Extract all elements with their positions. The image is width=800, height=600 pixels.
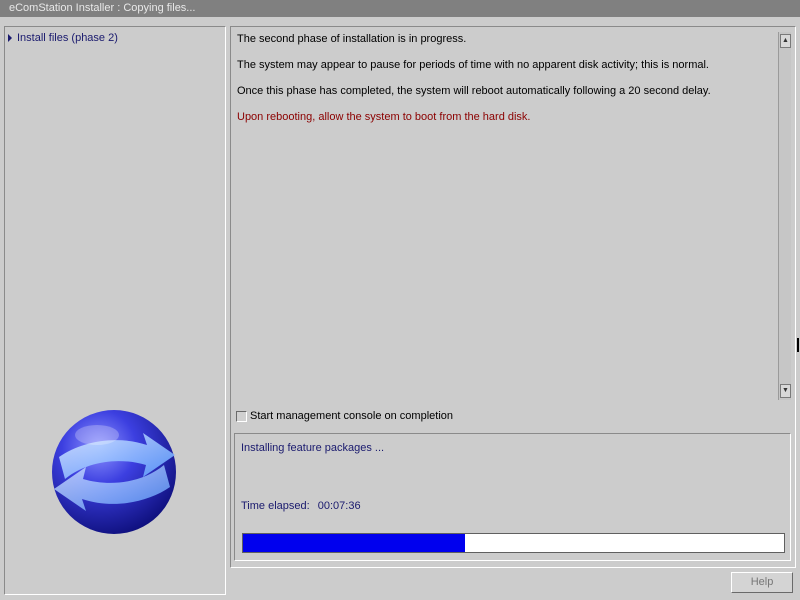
elapsed-label: Time elapsed: [241, 500, 310, 512]
console-checkbox-label[interactable]: Start management console on completion [250, 410, 453, 422]
installer-window: eComStation Installer : Copying files...… [0, 0, 800, 600]
triangle-right-icon [8, 34, 12, 42]
help-button[interactable]: Help [731, 572, 793, 593]
ecomstation-logo [52, 410, 176, 534]
step-label: Install files (phase 2) [17, 32, 118, 44]
steps-panel: Install files (phase 2) [4, 26, 226, 595]
info-line-2: The system may appear to pause for perio… [237, 59, 709, 71]
console-checkbox[interactable] [236, 410, 247, 422]
progress-fill [243, 534, 465, 552]
info-line-3: Once this phase has completed, the syste… [237, 85, 711, 97]
console-option[interactable]: Start management console on completion [236, 410, 453, 422]
info-text-area: The second phase of installation is in p… [232, 28, 794, 402]
elapsed-time: Time elapsed: 00:07:36 [241, 500, 361, 512]
text-cursor-icon [797, 338, 799, 352]
info-scrollbar[interactable]: ▲ ▼ [778, 32, 791, 400]
elapsed-value: 00:07:36 [317, 500, 361, 512]
progress-bar [242, 533, 785, 553]
window-title: eComStation Installer : Copying files... [0, 0, 800, 17]
step-install-files-phase-2: Install files (phase 2) [8, 32, 118, 44]
info-line-1: The second phase of installation is in p… [237, 33, 467, 45]
info-warning-line: Upon rebooting, allow the system to boot… [237, 111, 531, 123]
scroll-up-button[interactable]: ▲ [780, 34, 791, 48]
status-message: Installing feature packages ... [241, 442, 385, 454]
scroll-down-button[interactable]: ▼ [780, 384, 791, 398]
status-box: Installing feature packages ... Time ela… [234, 433, 791, 561]
